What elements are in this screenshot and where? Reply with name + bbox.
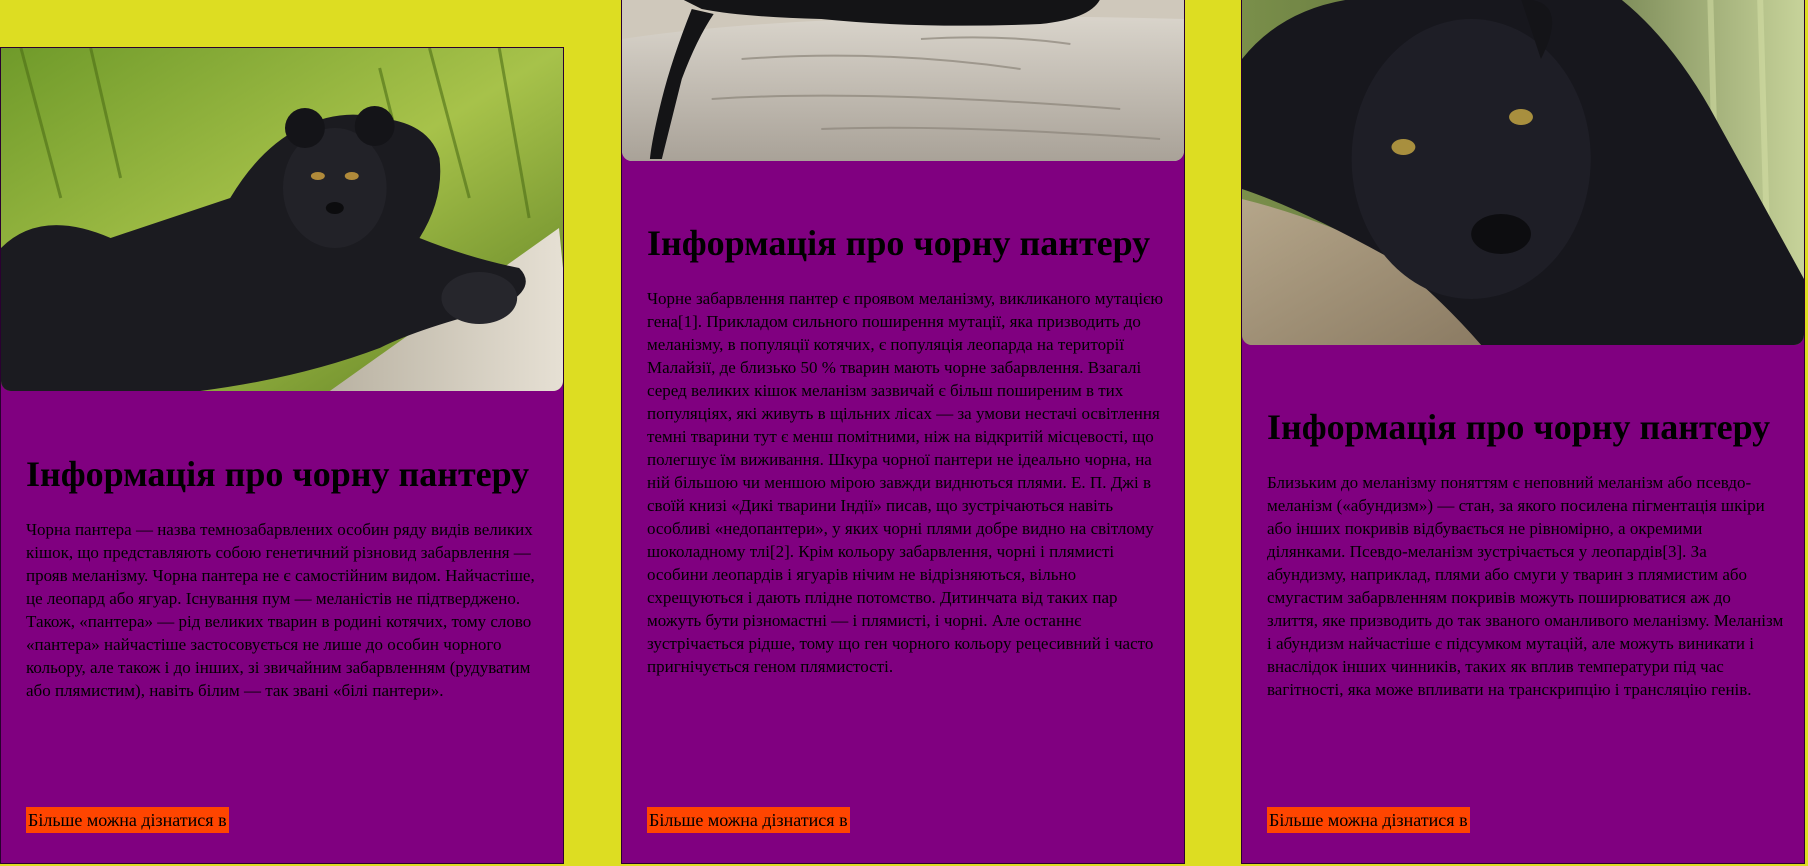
card-text: Чорна пантера — назва темнозабарвлених о…: [26, 520, 535, 700]
black-panther-photo: [622, 0, 1184, 161]
card-content: Інформація про чорну пантеру Близьким до…: [1267, 406, 1784, 701]
card-title: Інформація про чорну пантеру: [1267, 407, 1771, 447]
learn-more-link[interactable]: Більше можна дізнатися в: [26, 807, 229, 833]
black-panther-photo: [1242, 0, 1804, 345]
card-text: Чорне забарвлення пантер є проявом мелан…: [647, 289, 1164, 676]
card-text: Близьким до меланізму поняттям є неповни…: [1267, 473, 1784, 699]
panther-info-card-2: Інформація про чорну пантеру Чорне забар…: [621, 0, 1185, 864]
card-title: Інформація про чорну пантеру: [647, 223, 1151, 263]
learn-more-link[interactable]: Більше можна дізнатися в: [1267, 807, 1470, 833]
card-content: Інформація про чорну пантеру Чорне забар…: [647, 222, 1164, 678]
card-content: Інформація про чорну пантеру Чорна панте…: [26, 453, 543, 702]
panther-info-card-3: Інформація про чорну пантеру Близьким до…: [1241, 0, 1805, 864]
learn-more-link[interactable]: Більше можна дізнатися в: [647, 807, 850, 833]
black-panther-photo: [1, 48, 563, 391]
card-title: Інформація про чорну пантеру: [26, 454, 530, 494]
panther-info-card-1: Інформація про чорну пантеру Чорна панте…: [0, 47, 564, 864]
